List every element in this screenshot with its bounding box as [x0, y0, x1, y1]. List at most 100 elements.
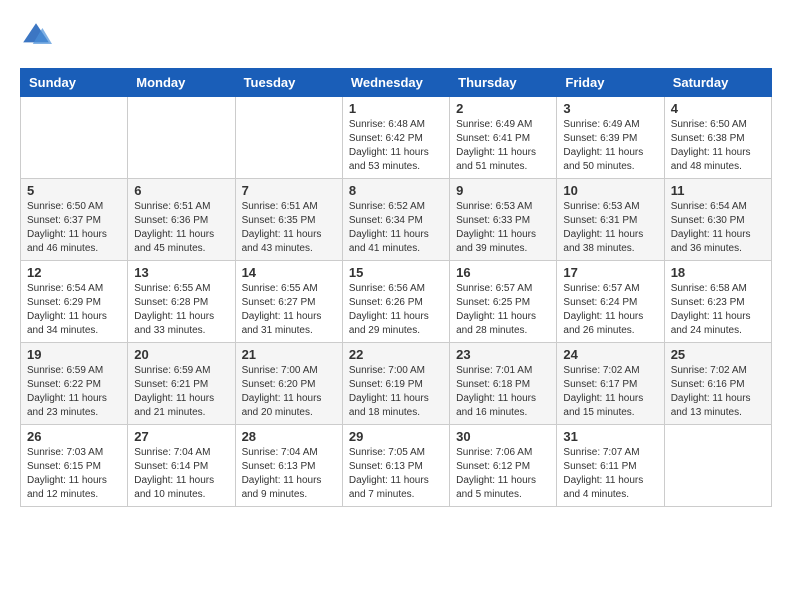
calendar-cell: 24 Sunrise: 7:02 AM Sunset: 6:17 PM Dayli… [557, 343, 664, 425]
calendar-week-row: 26 Sunrise: 7:03 AM Sunset: 6:15 PM Dayli… [21, 425, 772, 507]
page-header [20, 20, 772, 52]
calendar-cell: 1 Sunrise: 6:48 AM Sunset: 6:42 PM Daylig… [342, 97, 449, 179]
calendar-cell: 13 Sunrise: 6:55 AM Sunset: 6:28 PM Dayli… [128, 261, 235, 343]
day-number: 18 [671, 265, 765, 280]
day-number: 3 [563, 101, 657, 116]
day-number: 9 [456, 183, 550, 198]
day-info: Sunrise: 6:48 AM Sunset: 6:42 PM Dayligh… [349, 118, 443, 174]
day-info: Sunrise: 6:49 AM Sunset: 6:41 PM Dayligh… [456, 118, 550, 174]
day-info: Sunrise: 7:02 AM Sunset: 6:17 PM Dayligh… [563, 364, 657, 420]
day-number: 5 [27, 183, 121, 198]
day-info: Sunrise: 6:57 AM Sunset: 6:25 PM Dayligh… [456, 282, 550, 338]
day-info: Sunrise: 6:52 AM Sunset: 6:34 PM Dayligh… [349, 200, 443, 256]
calendar-header-row: SundayMondayTuesdayWednesdayThursdayFrid… [21, 69, 772, 97]
day-number: 29 [349, 429, 443, 444]
calendar-header-sunday: Sunday [21, 69, 128, 97]
day-info: Sunrise: 7:03 AM Sunset: 6:15 PM Dayligh… [27, 446, 121, 502]
calendar-cell: 10Sunrise: 6:53 AM Sunset: 6:31 PM Dayli… [557, 179, 664, 261]
calendar-week-row: 5 Sunrise: 6:50 AM Sunset: 6:37 PM Daylig… [21, 179, 772, 261]
calendar-cell: 21 Sunrise: 7:00 AM Sunset: 6:20 PM Dayli… [235, 343, 342, 425]
logo-icon [20, 20, 52, 52]
day-info: Sunrise: 6:53 AM Sunset: 6:33 PM Dayligh… [456, 200, 550, 256]
day-number: 28 [242, 429, 336, 444]
calendar-cell: 18 Sunrise: 6:58 AM Sunset: 6:23 PM Dayli… [664, 261, 771, 343]
calendar-table: SundayMondayTuesdayWednesdayThursdayFrid… [20, 68, 772, 507]
day-number: 11 [671, 183, 765, 198]
day-info: Sunrise: 7:00 AM Sunset: 6:20 PM Dayligh… [242, 364, 336, 420]
day-number: 15 [349, 265, 443, 280]
day-info: Sunrise: 6:58 AM Sunset: 6:23 PM Dayligh… [671, 282, 765, 338]
calendar-cell: 2 Sunrise: 6:49 AM Sunset: 6:41 PM Daylig… [450, 97, 557, 179]
calendar-cell: 26 Sunrise: 7:03 AM Sunset: 6:15 PM Dayli… [21, 425, 128, 507]
calendar-cell [21, 97, 128, 179]
day-number: 31 [563, 429, 657, 444]
day-info: Sunrise: 7:04 AM Sunset: 6:13 PM Dayligh… [242, 446, 336, 502]
calendar-cell: 15Sunrise: 6:56 AM Sunset: 6:26 PM Dayli… [342, 261, 449, 343]
calendar-cell: 22 Sunrise: 7:00 AM Sunset: 6:19 PM Dayli… [342, 343, 449, 425]
day-number: 4 [671, 101, 765, 116]
calendar-header-friday: Friday [557, 69, 664, 97]
day-number: 6 [134, 183, 228, 198]
calendar-cell [235, 97, 342, 179]
day-info: Sunrise: 7:02 AM Sunset: 6:16 PM Dayligh… [671, 364, 765, 420]
day-number: 21 [242, 347, 336, 362]
calendar-cell: 20 Sunrise: 6:59 AM Sunset: 6:21 PM Dayli… [128, 343, 235, 425]
day-number: 30 [456, 429, 550, 444]
calendar-cell: 8 Sunrise: 6:52 AM Sunset: 6:34 PM Daylig… [342, 179, 449, 261]
calendar-cell: 23Sunrise: 7:01 AM Sunset: 6:18 PM Dayli… [450, 343, 557, 425]
calendar-cell: 31Sunrise: 7:07 AM Sunset: 6:11 PM Dayli… [557, 425, 664, 507]
day-number: 24 [563, 347, 657, 362]
calendar-cell: 6 Sunrise: 6:51 AM Sunset: 6:36 PM Daylig… [128, 179, 235, 261]
calendar-header-saturday: Saturday [664, 69, 771, 97]
day-number: 14 [242, 265, 336, 280]
day-info: Sunrise: 6:50 AM Sunset: 6:38 PM Dayligh… [671, 118, 765, 174]
calendar-header-tuesday: Tuesday [235, 69, 342, 97]
day-info: Sunrise: 6:50 AM Sunset: 6:37 PM Dayligh… [27, 200, 121, 256]
day-info: Sunrise: 6:55 AM Sunset: 6:28 PM Dayligh… [134, 282, 228, 338]
day-info: Sunrise: 6:59 AM Sunset: 6:22 PM Dayligh… [27, 364, 121, 420]
calendar-cell [128, 97, 235, 179]
calendar-cell: 16 Sunrise: 6:57 AM Sunset: 6:25 PM Dayli… [450, 261, 557, 343]
calendar-cell: 25 Sunrise: 7:02 AM Sunset: 6:16 PM Dayli… [664, 343, 771, 425]
day-number: 12 [27, 265, 121, 280]
calendar-cell: 28 Sunrise: 7:04 AM Sunset: 6:13 PM Dayli… [235, 425, 342, 507]
day-info: Sunrise: 6:51 AM Sunset: 6:36 PM Dayligh… [134, 200, 228, 256]
calendar-cell: 29 Sunrise: 7:05 AM Sunset: 6:13 PM Dayli… [342, 425, 449, 507]
calendar-week-row: 19 Sunrise: 6:59 AM Sunset: 6:22 PM Dayli… [21, 343, 772, 425]
calendar-week-row: 12 Sunrise: 6:54 AM Sunset: 6:29 PM Dayli… [21, 261, 772, 343]
day-info: Sunrise: 6:59 AM Sunset: 6:21 PM Dayligh… [134, 364, 228, 420]
calendar-cell: 9 Sunrise: 6:53 AM Sunset: 6:33 PM Daylig… [450, 179, 557, 261]
calendar-cell: 19 Sunrise: 6:59 AM Sunset: 6:22 PM Dayli… [21, 343, 128, 425]
calendar-header-thursday: Thursday [450, 69, 557, 97]
day-number: 13 [134, 265, 228, 280]
day-info: Sunrise: 6:55 AM Sunset: 6:27 PM Dayligh… [242, 282, 336, 338]
day-number: 20 [134, 347, 228, 362]
day-info: Sunrise: 7:05 AM Sunset: 6:13 PM Dayligh… [349, 446, 443, 502]
calendar-cell: 3Sunrise: 6:49 AM Sunset: 6:39 PM Daylig… [557, 97, 664, 179]
calendar-week-row: 1 Sunrise: 6:48 AM Sunset: 6:42 PM Daylig… [21, 97, 772, 179]
day-info: Sunrise: 6:57 AM Sunset: 6:24 PM Dayligh… [563, 282, 657, 338]
day-number: 25 [671, 347, 765, 362]
day-info: Sunrise: 7:04 AM Sunset: 6:14 PM Dayligh… [134, 446, 228, 502]
day-number: 16 [456, 265, 550, 280]
calendar-cell: 14 Sunrise: 6:55 AM Sunset: 6:27 PM Dayli… [235, 261, 342, 343]
day-number: 19 [27, 347, 121, 362]
calendar-cell [664, 425, 771, 507]
calendar-cell: 30 Sunrise: 7:06 AM Sunset: 6:12 PM Dayli… [450, 425, 557, 507]
calendar-cell: 5 Sunrise: 6:50 AM Sunset: 6:37 PM Daylig… [21, 179, 128, 261]
day-number: 17 [563, 265, 657, 280]
day-number: 26 [27, 429, 121, 444]
day-number: 10 [563, 183, 657, 198]
calendar-header-monday: Monday [128, 69, 235, 97]
day-number: 22 [349, 347, 443, 362]
day-number: 23 [456, 347, 550, 362]
day-number: 2 [456, 101, 550, 116]
day-number: 1 [349, 101, 443, 116]
calendar-cell: 4 Sunrise: 6:50 AM Sunset: 6:38 PM Daylig… [664, 97, 771, 179]
day-number: 8 [349, 183, 443, 198]
calendar-cell: 7Sunrise: 6:51 AM Sunset: 6:35 PM Daylig… [235, 179, 342, 261]
day-info: Sunrise: 7:00 AM Sunset: 6:19 PM Dayligh… [349, 364, 443, 420]
day-info: Sunrise: 7:06 AM Sunset: 6:12 PM Dayligh… [456, 446, 550, 502]
logo [20, 20, 56, 52]
day-info: Sunrise: 6:54 AM Sunset: 6:29 PM Dayligh… [27, 282, 121, 338]
